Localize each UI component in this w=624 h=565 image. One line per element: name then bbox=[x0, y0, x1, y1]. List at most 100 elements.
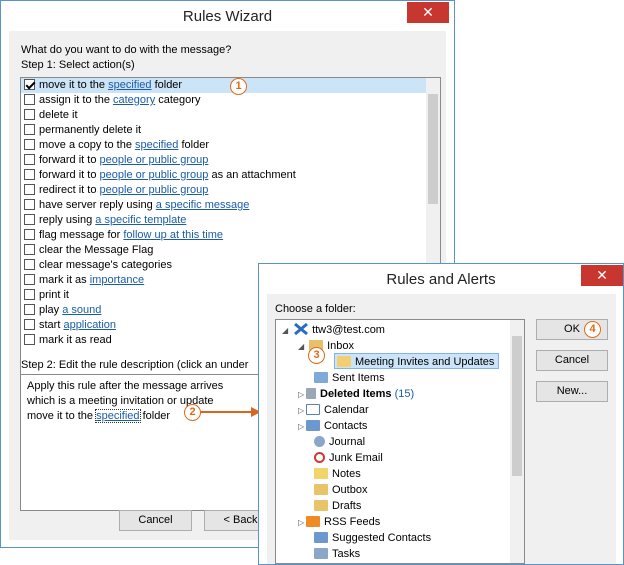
expand-icon[interactable]: ▷ bbox=[298, 419, 306, 435]
action-checkbox[interactable] bbox=[24, 154, 35, 165]
contacts-icon bbox=[306, 420, 320, 431]
action-checkbox[interactable] bbox=[24, 214, 35, 225]
action-item[interactable]: forward it to people or public group as … bbox=[21, 168, 440, 183]
action-checkbox[interactable] bbox=[24, 139, 35, 150]
question-label: What do you want to do with the message? bbox=[21, 44, 232, 56]
journal-icon bbox=[314, 436, 325, 447]
action-link[interactable]: follow up at this time bbox=[123, 229, 223, 241]
action-checkbox[interactable] bbox=[24, 319, 35, 330]
step1-label: Step 1: Select action(s) bbox=[21, 59, 135, 71]
collapse-icon[interactable]: ◢ bbox=[282, 323, 290, 339]
tree-item-rss-feeds[interactable]: ▷ RSS Feeds bbox=[298, 514, 380, 530]
action-checkbox[interactable] bbox=[24, 259, 35, 270]
tree-item-sent-items[interactable]: Sent Items bbox=[314, 370, 385, 386]
action-text: print it bbox=[39, 289, 69, 301]
action-link[interactable]: a specific template bbox=[95, 214, 186, 226]
tree-item-calendar[interactable]: ▷ Calendar bbox=[298, 402, 369, 418]
specified-folder-link[interactable]: specified bbox=[95, 409, 141, 423]
action-link[interactable]: people or public group bbox=[100, 184, 209, 196]
action-link[interactable]: category bbox=[113, 94, 155, 106]
action-item[interactable]: reply using a specific template bbox=[21, 213, 440, 228]
cancel-button[interactable]: Cancel bbox=[536, 350, 608, 371]
action-text: mark it as bbox=[39, 274, 90, 286]
tree-item-suggested-contacts[interactable]: Suggested Contacts bbox=[314, 530, 431, 546]
new-button[interactable]: New... bbox=[536, 381, 608, 402]
tree-item-drafts[interactable]: Drafts bbox=[314, 498, 361, 514]
account-icon bbox=[294, 322, 309, 336]
action-item[interactable]: delete it bbox=[21, 108, 440, 123]
action-checkbox[interactable] bbox=[24, 124, 35, 135]
action-item[interactable]: move a copy to the specified folder bbox=[21, 138, 440, 153]
annotation-1: 1 bbox=[230, 78, 247, 95]
scroll-thumb[interactable] bbox=[428, 94, 438, 204]
tree-item-journal[interactable]: Journal bbox=[314, 434, 365, 450]
action-link[interactable]: a sound bbox=[62, 304, 101, 316]
tree-item-inbox[interactable]: ◢ Inbox bbox=[298, 338, 354, 354]
tree-item-outbox[interactable]: Outbox bbox=[314, 482, 367, 498]
action-checkbox[interactable] bbox=[24, 244, 35, 255]
expand-icon[interactable]: ▷ bbox=[298, 387, 306, 403]
action-checkbox[interactable] bbox=[24, 79, 35, 90]
outbox-icon bbox=[314, 484, 328, 495]
action-text: move it to the bbox=[39, 79, 109, 91]
action-checkbox[interactable] bbox=[24, 274, 35, 285]
choose-folder-label: Choose a folder: bbox=[275, 303, 356, 315]
close-button[interactable]: ✕ bbox=[407, 2, 449, 23]
action-text: mark it as read bbox=[39, 334, 112, 346]
junk-icon bbox=[314, 452, 325, 463]
action-link[interactable]: a specific message bbox=[156, 199, 250, 211]
action-text: forward it to bbox=[39, 169, 100, 181]
action-item[interactable]: flag message for follow up at this time bbox=[21, 228, 440, 243]
action-text: start bbox=[39, 319, 64, 331]
action-checkbox[interactable] bbox=[24, 94, 35, 105]
action-checkbox[interactable] bbox=[24, 334, 35, 345]
window-title: Rules and Alerts bbox=[386, 271, 496, 288]
expand-icon[interactable]: ▷ bbox=[298, 403, 306, 419]
annotation-4: 4 bbox=[584, 321, 601, 338]
action-link[interactable]: importance bbox=[90, 274, 144, 286]
action-text: permanently delete it bbox=[39, 124, 142, 136]
tree-item-tasks[interactable]: Tasks bbox=[314, 546, 360, 562]
action-checkbox[interactable] bbox=[24, 289, 35, 300]
action-item[interactable]: clear the Message Flag bbox=[21, 243, 440, 258]
step2-label: Step 2: Edit the rule description (click… bbox=[21, 359, 249, 371]
action-text: move a copy to the bbox=[39, 139, 135, 151]
action-item[interactable]: redirect it to people or public group bbox=[21, 183, 440, 198]
action-item[interactable]: permanently delete it bbox=[21, 123, 440, 138]
expand-icon[interactable]: ▷ bbox=[298, 515, 306, 531]
action-checkbox[interactable] bbox=[24, 199, 35, 210]
action-link[interactable]: people or public group bbox=[100, 154, 209, 166]
action-text: clear the Message Flag bbox=[39, 244, 154, 256]
collapse-icon[interactable]: ◢ bbox=[298, 339, 306, 355]
tree-item-deleted-items[interactable]: ▷ Deleted Items (15) bbox=[298, 386, 414, 402]
action-link[interactable]: application bbox=[63, 319, 116, 331]
action-link[interactable]: specified bbox=[108, 79, 151, 91]
action-text-suffix: folder bbox=[151, 79, 183, 91]
action-item[interactable]: forward it to people or public group bbox=[21, 153, 440, 168]
action-checkbox[interactable] bbox=[24, 169, 35, 180]
action-text-suffix: as an attachment bbox=[208, 169, 296, 181]
action-text: clear message's categories bbox=[39, 259, 172, 271]
alerts-body: Choose a folder: ◢ ttw3@test.com ◢ Inbox… bbox=[267, 294, 616, 564]
tree-item-contacts[interactable]: ▷ Contacts bbox=[298, 418, 367, 434]
scroll-thumb[interactable] bbox=[512, 336, 522, 476]
tasks-icon bbox=[314, 548, 328, 559]
action-checkbox[interactable] bbox=[24, 109, 35, 120]
action-checkbox[interactable] bbox=[24, 184, 35, 195]
action-item[interactable]: have server reply using a specific messa… bbox=[21, 198, 440, 213]
action-link[interactable]: specified bbox=[135, 139, 178, 151]
cancel-button[interactable]: Cancel bbox=[119, 510, 192, 531]
tree-scrollbar[interactable] bbox=[510, 320, 524, 563]
close-button[interactable]: ✕ bbox=[581, 265, 623, 286]
tree-item-meeting-invites[interactable]: Meeting Invites and Updates bbox=[334, 353, 500, 369]
folder-icon bbox=[337, 356, 351, 367]
action-link[interactable]: people or public group bbox=[100, 169, 209, 181]
action-item[interactable]: assign it to the category category bbox=[21, 93, 440, 108]
tree-item-notes[interactable]: Notes bbox=[314, 466, 361, 482]
tree-item-junk-email[interactable]: Junk Email bbox=[314, 450, 383, 466]
window-title: Rules Wizard bbox=[182, 8, 273, 25]
action-checkbox[interactable] bbox=[24, 229, 35, 240]
tree-item-account[interactable]: ◢ ttw3@test.com bbox=[282, 322, 385, 338]
action-checkbox[interactable] bbox=[24, 304, 35, 315]
action-text: assign it to the bbox=[39, 94, 113, 106]
